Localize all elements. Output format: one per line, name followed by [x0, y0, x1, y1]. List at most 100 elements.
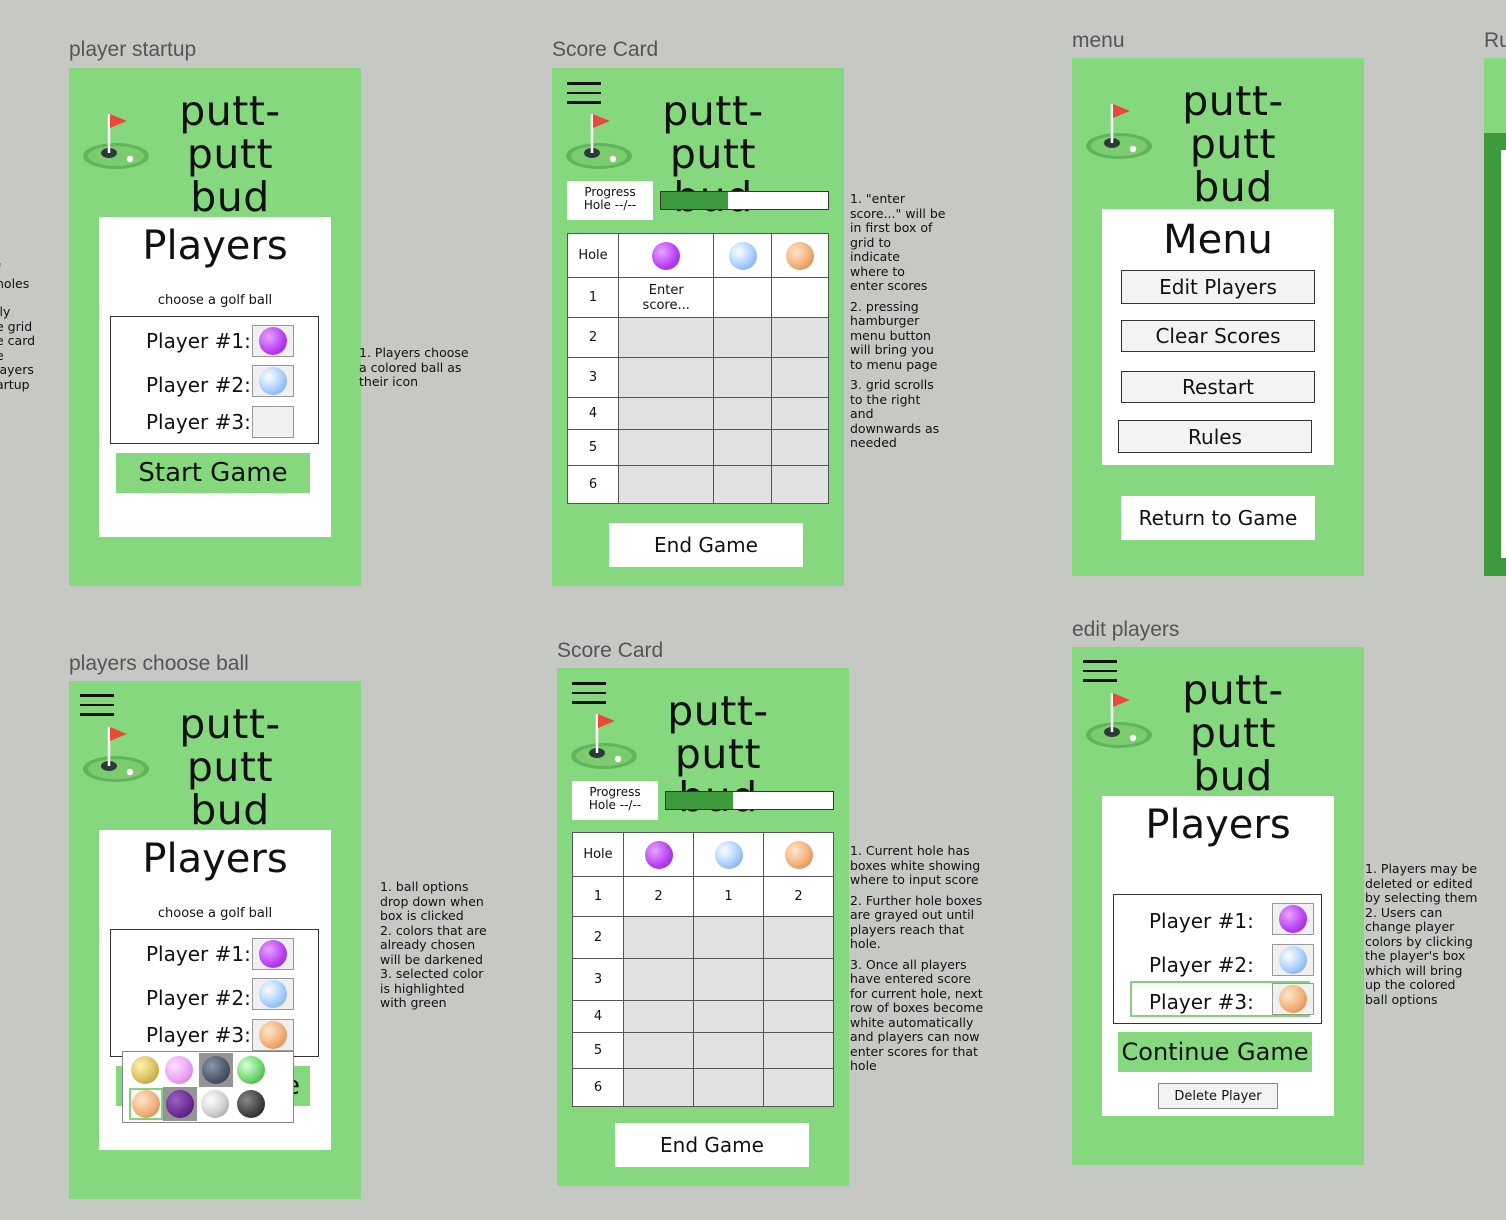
player-2-column-header: [693, 832, 764, 877]
golf-ball-option[interactable]: [165, 1056, 193, 1084]
score-cell-disabled: [693, 1068, 764, 1107]
note-line: downwards as: [850, 420, 940, 436]
note-line: e card: [0, 333, 36, 348]
delete-player-button[interactable]: Delete Player: [1158, 1083, 1278, 1109]
rules-button[interactable]: Rules: [1118, 420, 1312, 453]
score-cell-disabled: [693, 958, 764, 1001]
golf-ball-option-selected[interactable]: [132, 1090, 160, 1118]
app-title-line1: putt-putt: [179, 87, 281, 178]
golf-ball-option[interactable]: [131, 1056, 159, 1084]
score-cell[interactable]: Enter score...: [617, 277, 715, 318]
score-cell[interactable]: 2: [623, 876, 694, 917]
hole-header: Hole: [572, 832, 624, 877]
hamburger-menu-icon[interactable]: [80, 694, 114, 716]
app-title-line1: putt-putt: [179, 700, 281, 791]
player-3-ball-slot[interactable]: [252, 406, 294, 438]
note-line: white automatically: [850, 1014, 974, 1030]
players-panel: Players choose a golf ball Player #1: Pl…: [99, 217, 331, 537]
score-cell-disabled: [617, 429, 715, 466]
note-line: will be darkened: [380, 951, 483, 967]
progress-bar: [665, 791, 834, 810]
note-score-card-2: 1. Current hole has boxes white showing …: [850, 843, 1000, 1074]
note-line: box is clicked: [380, 908, 464, 923]
app-title-line1: putt-putt: [667, 687, 769, 778]
player-2-label[interactable]: Player #2:: [1149, 953, 1254, 977]
score-cell-disabled: [623, 958, 694, 1001]
player-2-ball-slot[interactable]: [1272, 944, 1314, 976]
frame-rules: [1484, 58, 1506, 576]
note-line: 1. ball options: [380, 879, 469, 894]
edit-players-button[interactable]: Edit Players: [1121, 270, 1315, 304]
golf-ball-icon: [259, 940, 287, 968]
player-3-ball-slot[interactable]: [252, 1019, 294, 1051]
hole-counter: Hole --/--: [588, 798, 642, 812]
app-title-line2: bud: [1193, 752, 1273, 800]
player-3-label: Player #3:: [146, 1023, 251, 1047]
note-line: are grayed out until: [850, 907, 975, 922]
score-cell-disabled: [617, 465, 715, 504]
note-line: with green: [380, 995, 447, 1010]
golf-ball-option[interactable]: [237, 1090, 265, 1118]
hamburger-menu-icon[interactable]: [572, 682, 606, 704]
app-title: putt-putt bud: [1142, 669, 1324, 798]
player-1-label[interactable]: Player #1:: [1149, 909, 1254, 933]
continue-game-button[interactable]: Continue Game: [1118, 1032, 1312, 1072]
golf-ball-icon: [784, 840, 813, 869]
golf-ball-option[interactable]: [201, 1090, 229, 1118]
golf-ball-icon: [259, 1021, 287, 1049]
player-1-ball-slot[interactable]: [1272, 903, 1314, 935]
note-line: enter scores: [850, 278, 928, 293]
end-game-button[interactable]: End Game: [615, 1123, 809, 1167]
player-2-ball-slot[interactable]: [252, 365, 294, 397]
note-line: 3. selected color: [380, 966, 484, 981]
score-cell[interactable]: 2: [763, 876, 834, 917]
note-line: is highlighted: [380, 980, 465, 996]
menu-title: Menu: [1163, 217, 1273, 263]
hole-number: 6: [572, 1068, 624, 1107]
player-3-label[interactable]: Player #3:: [1149, 990, 1254, 1014]
hole-number: 6: [567, 465, 619, 504]
score-cell[interactable]: [770, 277, 830, 318]
golf-ball-option[interactable]: [237, 1056, 265, 1084]
note-line: change player: [1365, 919, 1455, 934]
return-to-game-button[interactable]: Return to Game: [1121, 496, 1315, 540]
progress-bar: [660, 191, 829, 210]
note-line: already chosen: [380, 937, 476, 952]
note-line: have entered score: [850, 971, 971, 986]
score-cell-disabled: [623, 1068, 694, 1107]
score-cell[interactable]: [713, 277, 772, 318]
note-line: row of boxes become: [850, 1000, 984, 1015]
app-title-line2: bud: [190, 173, 270, 221]
score-cell-disabled: [713, 397, 772, 430]
score-grid: Hole 1 2 1 2 2 3 4 5 6: [572, 832, 834, 1107]
player-2-ball-slot[interactable]: [252, 978, 294, 1010]
hole-counter: Hole --/--: [583, 198, 637, 212]
player-1-ball-slot[interactable]: [252, 325, 294, 357]
end-game-button[interactable]: End Game: [609, 523, 803, 567]
hamburger-menu-icon[interactable]: [1083, 660, 1117, 682]
note-startup: 1. Players choose a colored ball as thei…: [359, 345, 489, 390]
player-1-ball-slot[interactable]: [252, 938, 294, 970]
score-cell[interactable]: 1: [693, 876, 764, 917]
app-title: putt-putt bud: [139, 90, 321, 219]
score-cell-disabled: [770, 357, 830, 398]
note-line: in first box of: [850, 220, 933, 235]
player-3-ball-slot[interactable]: [1272, 983, 1314, 1015]
frame-edit-players: putt-putt bud Players Player #1: Player …: [1072, 647, 1364, 1165]
frame-label-rules: Ru: [1484, 29, 1506, 52]
players-panel: Players Player #1: Player #2: Player #3:…: [1102, 796, 1334, 1116]
start-game-button[interactable]: Start Game: [116, 453, 310, 493]
player-1-column-header: [623, 832, 694, 877]
hamburger-menu-icon[interactable]: [567, 82, 601, 104]
score-cell-disabled: [763, 1032, 834, 1069]
app-title-line1: putt-putt: [662, 87, 764, 178]
note-line: f: [0, 261, 56, 277]
score-cell-disabled: [693, 1032, 764, 1069]
score-cell-disabled: [617, 397, 715, 430]
player-1-label: Player #1:: [146, 329, 251, 353]
note-line: a colored ball as: [359, 359, 462, 375]
restart-button[interactable]: Restart: [1121, 371, 1315, 403]
hole-header: Hole: [567, 233, 619, 278]
app-title-line2: bud: [190, 786, 270, 834]
clear-scores-button[interactable]: Clear Scores: [1121, 320, 1315, 352]
